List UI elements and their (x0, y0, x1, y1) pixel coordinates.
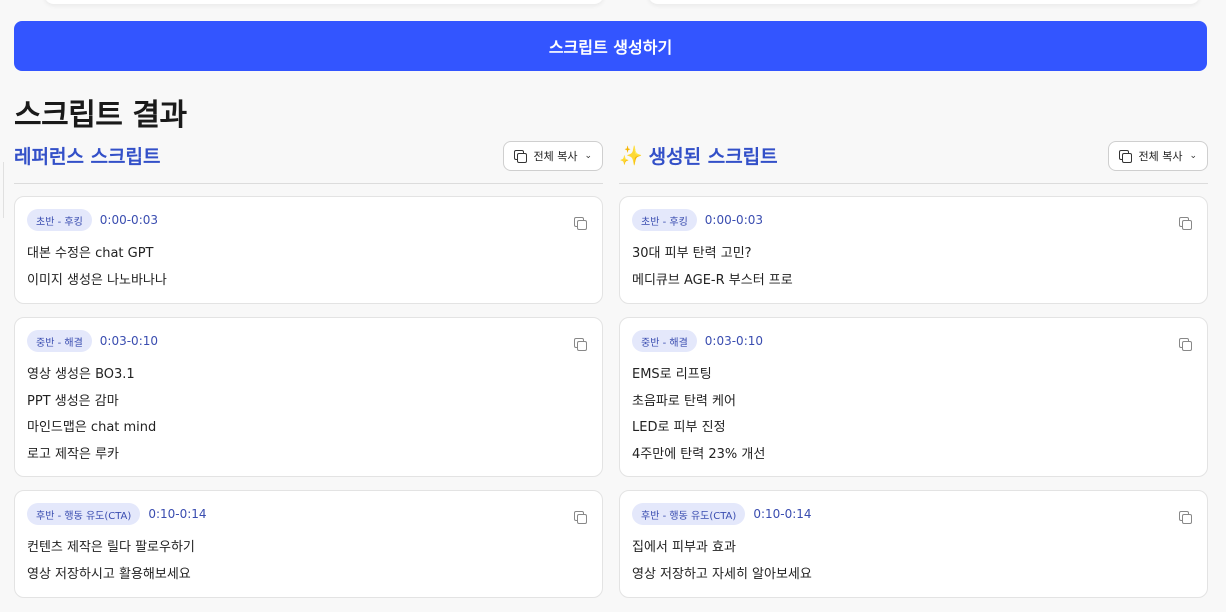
copy-icon (1179, 217, 1192, 230)
time-range: 0:03-0:10 (99, 334, 159, 348)
generated-copy-all-button[interactable]: 전체 복사 ⌄ (1108, 141, 1208, 171)
copy-icon (574, 338, 587, 351)
generated-title: 생성된 스크립트 (648, 146, 778, 168)
script-line: 30대 피부 탄력 고민? (632, 246, 752, 261)
copy-card-button[interactable] (1179, 214, 1192, 233)
script-line: 메디큐브 AGE-R 부스터 프로 (632, 272, 793, 288)
script-card: 중반 - 해결 0:03-0:10 영상 생성은 BO3.1 PPT 생성은 감… (14, 317, 603, 477)
copy-card-button[interactable] (1179, 508, 1192, 527)
script-line: 로고 제작은 루카 (27, 446, 119, 462)
copy-icon (1179, 338, 1192, 351)
reference-column: 레퍼런스 스크립트 전체 복사 ⌄ 초반 - 후킹 0:00-0:03 대본 수… (14, 140, 603, 598)
script-line: 4주만에 탄력 23% 개선 (632, 446, 766, 462)
script-line: EMS로 리프팅 (632, 367, 712, 382)
copy-icon (514, 150, 528, 163)
section-badge: 후반 - 행동 유도(CTA) (27, 503, 141, 525)
copy-icon (1119, 150, 1133, 163)
copy-card-button[interactable] (574, 335, 587, 354)
script-line: 마인드맵은 chat mind (27, 420, 157, 435)
generated-title-wrap: ✨ 생성된 스크립트 (619, 142, 778, 169)
script-line: 영상 저장하시고 활용해보세요 (27, 566, 191, 582)
time-range: 0:00-0:03 (99, 213, 159, 227)
chevron-down-icon: ⌄ (1189, 151, 1197, 161)
time-range: 0:10-0:14 (148, 507, 207, 521)
copy-card-button[interactable] (574, 508, 587, 527)
generated-column: ✨ 생성된 스크립트 전체 복사 ⌄ 초반 - 후킹 0:00-0:03 30대… (619, 140, 1208, 598)
script-card: 후반 - 행동 유도(CTA) 0:10-0:14 컨텐츠 제작은 릴다 팔로우… (14, 490, 603, 598)
copy-card-button[interactable] (1179, 335, 1192, 354)
sparkle-icon: ✨ (619, 145, 643, 167)
copy-all-label: 전체 복사 (533, 150, 578, 163)
copy-all-label: 전체 복사 (1138, 150, 1183, 163)
script-line: 대본 수정은 chat GPT (27, 246, 154, 261)
script-line: 영상 생성은 BO3.1 (27, 367, 135, 382)
copy-icon (1179, 511, 1192, 524)
copy-icon (574, 217, 587, 230)
script-card: 후반 - 행동 유도(CTA) 0:10-0:14 집에서 피부과 효과 영상 … (619, 490, 1208, 598)
reference-header: 레퍼런스 스크립트 전체 복사 ⌄ (14, 140, 603, 184)
script-line: 영상 저장하고 자세히 알아보세요 (632, 566, 812, 582)
page-title: 스크립트 결과 (14, 98, 187, 133)
reference-title: 레퍼런스 스크립트 (14, 146, 161, 168)
reference-copy-all-button[interactable]: 전체 복사 ⌄ (503, 141, 603, 171)
top-card-left (44, 0, 604, 4)
chevron-down-icon: ⌄ (584, 151, 592, 161)
time-range: 0:10-0:14 (753, 507, 812, 521)
section-badge: 중반 - 해결 (632, 330, 697, 352)
script-line: 컨텐츠 제작은 릴다 팔로우하기 (27, 540, 195, 555)
script-card: 초반 - 후킹 0:00-0:03 대본 수정은 chat GPT 이미지 생성… (14, 196, 603, 304)
time-range: 0:00-0:03 (704, 213, 764, 227)
generate-script-button[interactable]: 스크립트 생성하기 (14, 21, 1207, 71)
section-badge: 중반 - 해결 (27, 330, 92, 352)
generated-header: ✨ 생성된 스크립트 전체 복사 ⌄ (619, 140, 1208, 184)
section-badge: 초반 - 후킹 (632, 209, 697, 231)
time-range: 0:03-0:10 (704, 334, 764, 348)
copy-card-button[interactable] (574, 214, 587, 233)
top-card-right (648, 0, 1200, 4)
section-badge: 후반 - 행동 유도(CTA) (632, 503, 746, 525)
script-line: 이미지 생성은 나노바나나 (27, 272, 167, 288)
script-card: 초반 - 후킹 0:00-0:03 30대 피부 탄력 고민? 메디큐브 AGE… (619, 196, 1208, 304)
script-line: 집에서 피부과 효과 (632, 540, 736, 555)
script-line: PPT 생성은 감마 (27, 393, 119, 409)
script-line: 초음파로 탄력 케어 (632, 393, 736, 409)
section-badge: 초반 - 후킹 (27, 209, 92, 231)
top-cards-edge (0, 0, 1226, 12)
left-edge-tab (0, 162, 4, 218)
script-card: 중반 - 해결 0:03-0:10 EMS로 리프팅 초음파로 탄력 케어 LE… (619, 317, 1208, 477)
script-line: LED로 피부 진정 (632, 420, 726, 435)
copy-icon (574, 511, 587, 524)
